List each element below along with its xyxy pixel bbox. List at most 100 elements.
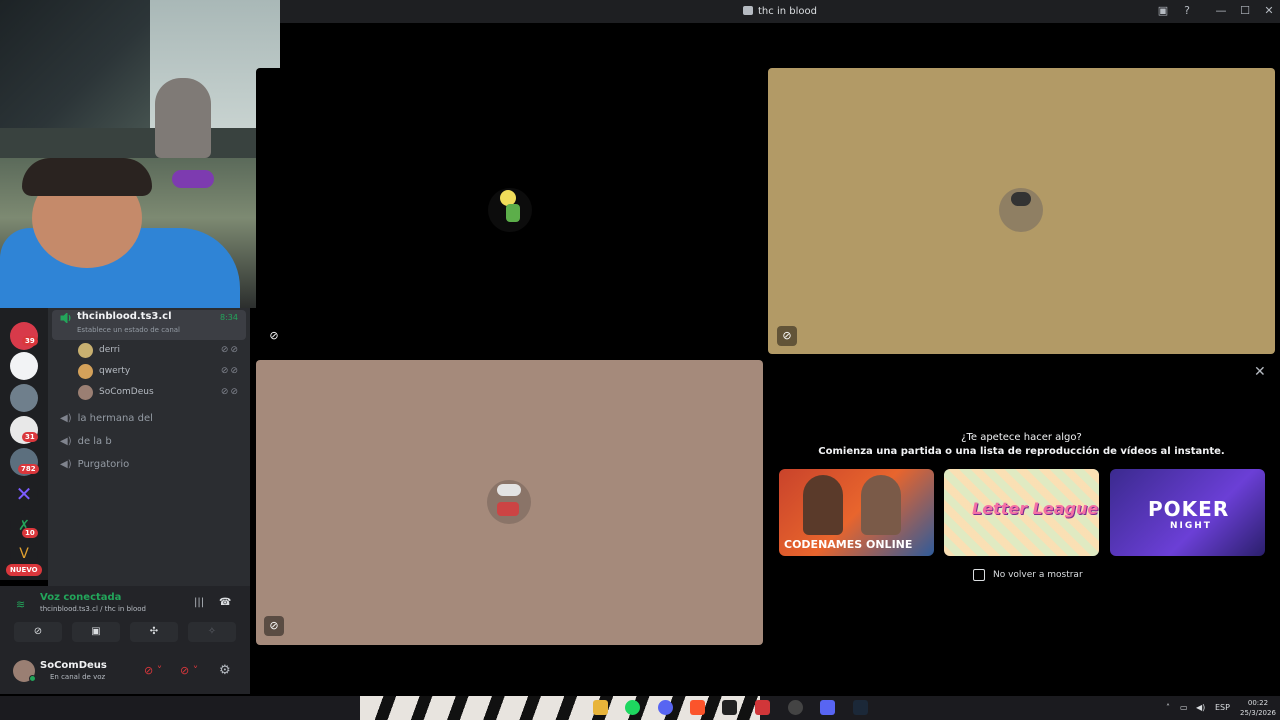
avatar [78, 343, 93, 358]
mic-muted-icon[interactable]: ⊘ ˅ [144, 664, 162, 677]
avatar [999, 188, 1043, 232]
muted-deafened-icons: ⊘⊘ [220, 366, 240, 376]
spotify-icon[interactable] [625, 700, 640, 715]
speaker-icon: ◀) [60, 413, 72, 424]
member-name: derri [99, 345, 120, 355]
disconnect-icon[interactable]: ☎ [219, 597, 231, 608]
avatar-cap [497, 484, 521, 496]
title-bar: thc in blood ▣ ? — ☐ ✕ [280, 0, 1280, 23]
server-icon[interactable] [10, 352, 38, 380]
screen: thc in blood ▣ ? — ☐ ✕ 39 31 782 ✕ ✗ 10 … [0, 0, 1280, 720]
voice-member[interactable]: qwerty ⊘⊘ [78, 364, 248, 380]
camera-off-button[interactable]: ⊘ [14, 622, 62, 642]
voice-member[interactable]: SoComDeus ⊘⊘ [78, 385, 248, 401]
activities-button[interactable]: ✣ [130, 622, 178, 642]
cam-window [0, 0, 150, 130]
server-badge: 39 [22, 336, 38, 346]
participant-tile[interactable]: ⊘ [256, 360, 763, 645]
voice-channel-name: thcinblood.ts3.cl [77, 311, 172, 322]
muted-deafened-icons: ⊘⊘ [220, 387, 240, 397]
avatar-hat [1011, 192, 1031, 206]
muted-deafened-icons: ⊘⊘ [220, 345, 240, 355]
activity-question: ¿Te apetece hacer algo? [961, 432, 1082, 443]
cam-desk [0, 128, 280, 158]
valorant-icon[interactable] [755, 700, 770, 715]
activity-prompt: Comienza una partida o una lista de repr… [818, 446, 1225, 457]
card-title: CODENAMES ONLINE [784, 538, 913, 551]
camera-off-icon: ⊘ [269, 329, 279, 342]
avatar [487, 480, 531, 524]
new-badge: NUEVO [6, 564, 42, 576]
discord-icon[interactable] [820, 700, 835, 715]
server-icon[interactable]: ✕ [10, 480, 38, 508]
avatar-body [506, 204, 520, 222]
clock-time: 00:22 [1247, 699, 1269, 707]
window-title: thc in blood [280, 6, 1280, 17]
dont-show-checkbox[interactable] [973, 569, 985, 581]
avatar [488, 188, 532, 232]
channel-icon [743, 6, 754, 15]
brave-icon[interactable] [690, 700, 705, 715]
voice-connected-label: Voz conectada [40, 592, 122, 603]
activity-card-letter-league[interactable]: Letter League [944, 469, 1099, 556]
participant-tile[interactable]: ⊘ [768, 68, 1275, 354]
close-window-button[interactable]: ✕ [1262, 4, 1276, 18]
server-icon[interactable] [10, 384, 38, 412]
voice-channel[interactable]: ◀) de la b [60, 436, 112, 447]
screen-share-button[interactable]: ▣ [72, 622, 120, 642]
soundboard-button[interactable]: ✧ [188, 622, 236, 642]
language-indicator[interactable]: ESP [1215, 703, 1230, 712]
card-title: POKER [1148, 497, 1230, 521]
avatar [78, 385, 93, 400]
character-art [803, 475, 843, 535]
noise-suppression-icon[interactable]: ||| [194, 597, 204, 608]
deafened-icon[interactable]: ⊘ ˅ [180, 664, 198, 677]
app-icon[interactable] [658, 700, 673, 715]
inbox-icon[interactable]: ▣ [1156, 4, 1170, 18]
signal-icon[interactable]: ≋ [16, 598, 25, 611]
camera-off-icon: ⊘ [264, 616, 284, 636]
server-badge: 782 [18, 464, 39, 474]
volume-icon[interactable]: ◀) [1196, 703, 1205, 712]
participant-tile[interactable]: ⊘ [256, 68, 763, 354]
speaker-icon: ◀) [60, 459, 72, 470]
avatar [78, 364, 93, 379]
file-explorer-icon[interactable] [593, 700, 608, 715]
obs-icon[interactable] [788, 700, 803, 715]
server-badge: 31 [22, 432, 38, 442]
network-icon[interactable]: ▭ [1180, 703, 1188, 712]
voice-connected-channel[interactable]: thcinblood.ts3.cl / thc in blood [40, 605, 146, 613]
app-icon[interactable] [722, 700, 737, 715]
webcam-overlay-top [0, 0, 280, 158]
speaker-icon [60, 313, 71, 323]
set-channel-status[interactable]: Establece un estado de canal [77, 326, 180, 334]
system-clock[interactable]: 00:22 25/3/2026 [1240, 698, 1276, 718]
steam-icon[interactable] [853, 700, 868, 715]
webcam-overlay-bottom [0, 158, 280, 308]
card-title: Letter League [972, 499, 1099, 518]
speaker-icon: ◀) [60, 436, 72, 447]
member-name: qwerty [99, 366, 131, 376]
card-subtitle: NIGHT [1170, 521, 1212, 531]
member-name: SoComDeus [99, 387, 154, 397]
voice-connection-panel [0, 586, 250, 652]
user-name: SoComDeus [40, 660, 107, 671]
close-icon[interactable]: ✕ [1254, 364, 1266, 380]
help-icon[interactable]: ? [1180, 4, 1194, 18]
online-status-icon [29, 675, 36, 682]
dont-show-label[interactable]: No volver a mostrar [993, 570, 1083, 580]
voice-channel[interactable]: ◀) la hermana del [60, 413, 153, 424]
tray-chevron-icon[interactable]: ˄ [1166, 703, 1170, 712]
avatar-mask [497, 502, 519, 516]
cam-person [155, 78, 211, 158]
voice-member[interactable]: derri ⊘⊘ [78, 343, 248, 359]
minimize-button[interactable]: — [1214, 4, 1228, 18]
settings-gear-icon[interactable]: ⚙ [219, 663, 231, 678]
camera-off-icon: ⊘ [777, 326, 797, 346]
voice-channel[interactable]: ◀) Purgatorio [60, 459, 129, 470]
activity-card-codenames[interactable]: CODENAMES ONLINE [779, 469, 934, 556]
activity-card-poker-night[interactable]: POKER NIGHT [1110, 469, 1265, 556]
maximize-button[interactable]: ☐ [1238, 4, 1252, 18]
clock-date: 25/3/2026 [1240, 709, 1276, 717]
user-panel [0, 652, 250, 694]
